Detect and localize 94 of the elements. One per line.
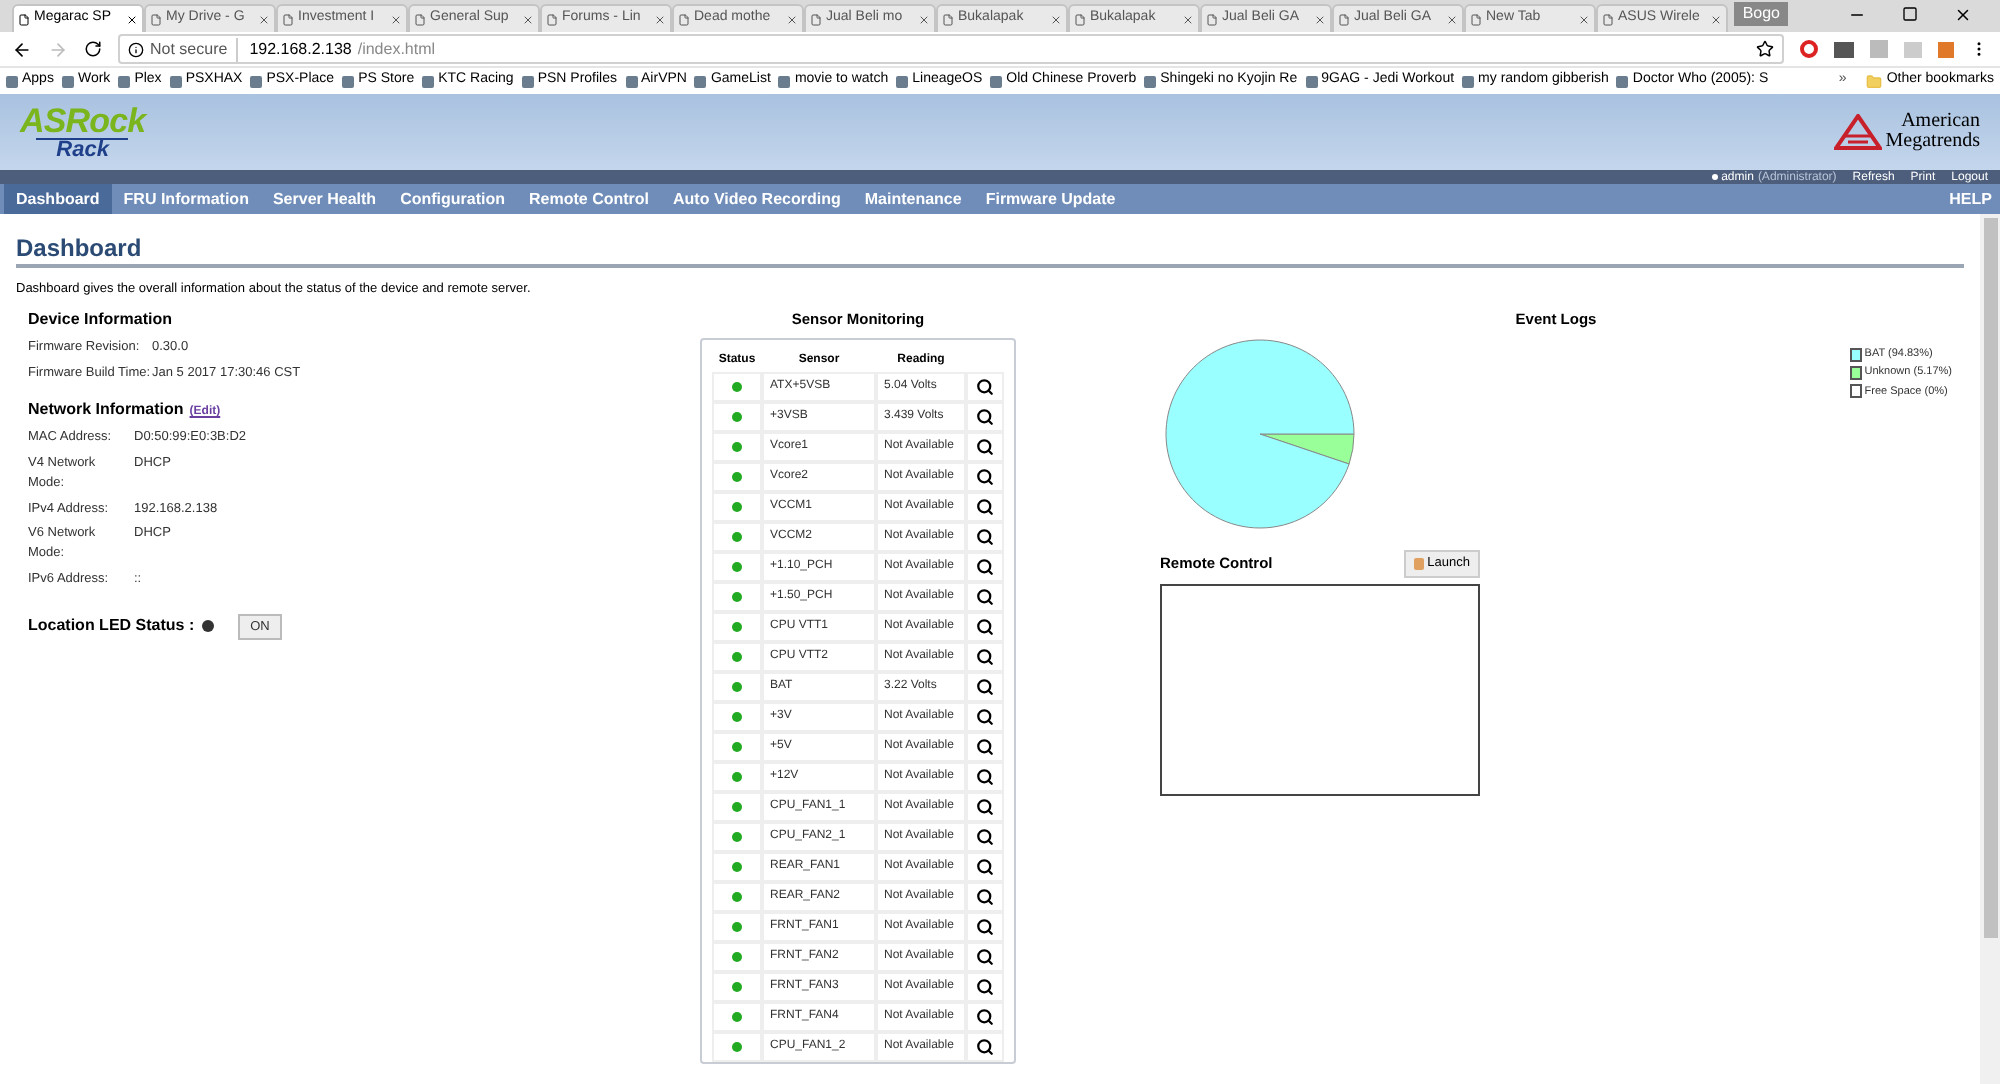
close-icon[interactable] [1182,13,1194,25]
logo-text: ASRock [20,103,146,137]
search-icon[interactable] [976,648,994,666]
page-icon [678,13,690,25]
led-status-label: Location LED Status : [28,614,195,639]
search-icon[interactable] [976,1038,994,1056]
close-icon[interactable] [1314,13,1326,25]
section-title: Network Information [28,398,184,423]
page-icon [1206,13,1218,25]
page-title: Dashboard [16,234,1964,268]
close-icon[interactable] [1050,13,1062,25]
page-icon [414,13,426,25]
page-icon [1602,13,1614,25]
search-icon[interactable] [976,588,994,606]
vendor-name: American [1901,112,1980,132]
search-icon[interactable] [976,498,994,516]
bookmark-favicon-icon [118,75,131,87]
search-icon[interactable] [976,468,994,486]
bookmark-favicon-icon [250,75,263,87]
search-icon[interactable] [976,558,994,576]
search-icon[interactable] [976,918,994,936]
page-icon [1470,13,1482,25]
bookmark-favicon-icon [990,75,1003,87]
search-icon[interactable] [976,828,994,846]
search-icon[interactable] [976,438,994,456]
java-icon [1413,557,1424,570]
search-icon[interactable] [976,618,994,636]
bookmark-favicon-icon [694,75,707,87]
close-icon[interactable] [126,13,138,25]
scrollbar[interactable] [1980,214,2000,1084]
logo-text: Rack [36,137,129,161]
bookmark-favicon-icon [1144,75,1157,87]
page-icon [282,13,294,25]
page-icon [1074,13,1086,25]
address-field[interactable]: Not secure 192.168.2.138 /index.html [118,34,1784,64]
star-icon[interactable] [1756,40,1774,58]
bookmark-favicon-icon [1462,75,1475,87]
bookmark-favicon-icon [1305,75,1318,87]
search-icon[interactable] [976,1008,994,1026]
bookmark-favicon-icon [1616,75,1629,87]
search-icon[interactable] [976,408,994,426]
search-icon[interactable] [976,678,994,696]
bookmark-favicon-icon [521,75,534,87]
bookmark-favicon-icon [6,75,18,87]
bookmark-favicon-icon [342,75,355,87]
page-icon [150,13,162,25]
close-icon[interactable] [654,13,666,25]
page-icon [1338,13,1350,25]
page-icon [810,13,822,25]
close-icon[interactable] [1954,6,1972,24]
search-icon[interactable] [976,978,994,996]
close-icon[interactable] [522,13,534,25]
nav-tab[interactable]: Dashboard [4,184,112,214]
bookmark-favicon-icon [169,75,182,87]
scroll-thumb[interactable] [1983,218,1997,938]
reload-icon[interactable] [84,40,102,58]
page-icon [546,13,558,25]
search-icon[interactable] [976,378,994,396]
section-title: Device Information [28,307,175,332]
url-path: /index.html [357,37,436,61]
search-icon[interactable] [976,948,994,966]
close-icon[interactable] [1446,13,1458,25]
triangle-logo-icon [1833,114,1882,150]
legend-swatch [1850,365,1863,380]
search-icon[interactable] [976,798,994,816]
info-icon [128,41,144,57]
bookmark-favicon-icon [625,75,638,87]
search-icon[interactable] [976,738,994,756]
search-icon[interactable] [976,888,994,906]
url-host: 192.168.2.138 [247,37,352,61]
bookmark-favicon-icon [778,75,791,87]
bookmark-favicon-icon [896,75,909,87]
search-icon[interactable] [976,708,994,726]
search-icon[interactable] [976,858,994,876]
search-icon[interactable] [976,768,994,786]
close-icon[interactable] [390,13,402,25]
bookmark-favicon-icon [61,75,74,87]
bookmark-favicon-icon [422,75,435,87]
page-icon [942,13,954,25]
legend-swatch [1850,347,1863,362]
maximize-icon[interactable] [1902,6,1918,22]
page-icon [18,13,30,25]
search-icon[interactable] [976,528,994,546]
vendor-name: Megatrends [1885,132,1980,152]
back-icon[interactable] [12,39,32,59]
close-icon[interactable] [1578,13,1590,25]
security-label: Not secure [150,37,238,61]
profile-badge[interactable]: Bogo [1734,2,1788,26]
close-icon[interactable] [918,13,930,25]
close-icon[interactable] [786,13,798,25]
legend-swatch [1850,384,1863,399]
folder-icon [1866,73,1883,89]
close-icon[interactable] [1710,13,1722,25]
close-icon[interactable] [258,13,270,25]
